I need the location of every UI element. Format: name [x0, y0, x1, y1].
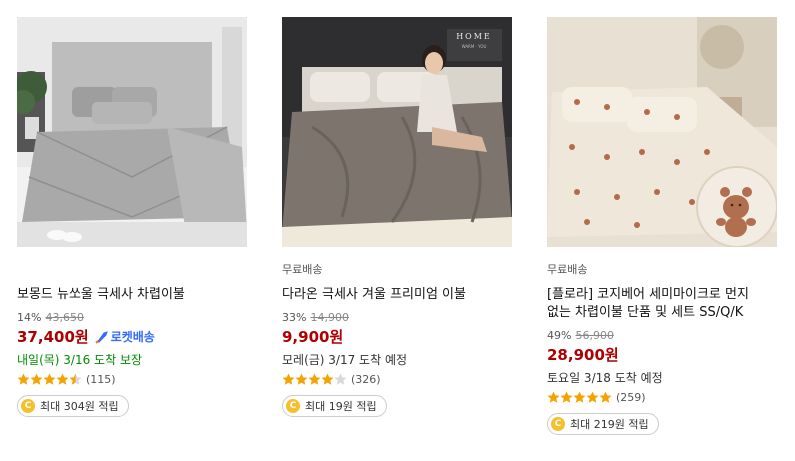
price-row: 37,400원 로켓배송: [17, 326, 257, 347]
coin-icon: C: [286, 399, 300, 413]
title-line-2: 없는 차렵이불 단품 및 세트 SS/Q/K: [547, 305, 744, 320]
star-icon: [560, 391, 573, 403]
home-sign-subtext: WARM · YOU: [462, 44, 487, 49]
price-row: 28,900원: [547, 344, 787, 365]
discount-info: 14% 43,650: [17, 311, 257, 324]
product-title[interactable]: 보몽드 뉴쏘울 극세사 차렵이불: [17, 286, 257, 304]
coin-icon: C: [21, 399, 35, 413]
product-image[interactable]: [547, 17, 777, 247]
discount-rate: 14%: [17, 311, 42, 324]
title-line-1: [플로라] 코지베어 세미마이크로 먼지: [547, 287, 749, 302]
star-icon: [17, 373, 30, 385]
reward-badge: C 최대 19원 적립: [282, 395, 387, 417]
product-info: 무료배송 다라온 극세사 겨울 프리미엄 이불 33% 14,900 9,900원…: [282, 262, 522, 417]
star-icon: [599, 391, 612, 403]
delivery-date: 토요일 3/18 도착 예정: [547, 371, 663, 385]
product-title[interactable]: 다라온 극세사 겨울 프리미엄 이불: [282, 286, 522, 304]
sale-price: 37,400원: [17, 328, 89, 346]
sale-price: 28,900원: [547, 346, 619, 364]
star-rating: [282, 373, 347, 386]
free-shipping-label: [17, 262, 257, 278]
star-icon: [586, 391, 599, 403]
rating: (115): [17, 373, 257, 386]
rating: (259): [547, 391, 787, 404]
discount-rate: 49%: [547, 329, 572, 342]
reward-text: 최대 219원 적립: [570, 418, 649, 431]
reward-text: 최대 304원 적립: [40, 400, 119, 413]
reward-badge: C 최대 219원 적립: [547, 413, 659, 435]
star-icon: [56, 373, 69, 385]
star-icon: [321, 373, 334, 385]
original-price: 56,900: [575, 329, 614, 342]
star-icon: [547, 391, 560, 403]
product-title[interactable]: [플로라] 코지베어 세미마이크로 먼지없는 차렵이불 단품 및 세트 SS/Q…: [547, 286, 787, 322]
free-shipping-label: 무료배송: [282, 263, 323, 276]
product-image[interactable]: HOME WARM · YOU: [282, 17, 512, 247]
star-icon: [30, 373, 43, 385]
review-count: (326): [351, 373, 381, 386]
discount-info: 33% 14,900: [282, 311, 522, 324]
star-icon: [295, 373, 308, 385]
product-info: 무료배송 [플로라] 코지베어 세미마이크로 먼지없는 차렵이불 단품 및 세트…: [547, 262, 787, 435]
product-grid: 보몽드 뉴쏘울 극세사 차렵이불 14% 43,650 37,400원 로켓배송 …: [0, 0, 795, 461]
star-icon: [573, 391, 586, 403]
original-price: 14,900: [310, 311, 349, 324]
coin-icon: C: [551, 417, 565, 431]
product-image[interactable]: [17, 17, 247, 247]
star-icon: [282, 373, 295, 385]
star-icon: [334, 373, 347, 385]
star-icon: [308, 373, 321, 385]
rocket-delivery-badge: 로켓배송: [94, 328, 155, 345]
discount-info: 49% 56,900: [547, 329, 787, 342]
star-icon: [69, 373, 82, 385]
sale-price: 9,900원: [282, 328, 344, 346]
original-price: 43,650: [45, 311, 84, 324]
star-rating: [17, 373, 82, 386]
price-row: 9,900원: [282, 326, 522, 347]
discount-rate: 33%: [282, 311, 307, 324]
product-info: 보몽드 뉴쏘울 극세사 차렵이불 14% 43,650 37,400원 로켓배송 …: [17, 262, 257, 417]
review-count: (259): [616, 391, 646, 404]
delivery-date: 내일(목) 3/16 도착 보장: [17, 353, 143, 367]
review-count: (115): [86, 373, 116, 386]
rating: (326): [282, 373, 522, 386]
star-rating: [547, 391, 612, 404]
star-icon: [43, 373, 56, 385]
reward-text: 최대 19원 적립: [305, 400, 377, 413]
rocket-label: 로켓배송: [110, 330, 155, 344]
delivery-date: 모레(금) 3/17 도착 예정: [282, 353, 408, 367]
home-sign-text: HOME: [456, 32, 492, 41]
rocket-icon: [94, 330, 108, 344]
free-shipping-label: 무료배송: [547, 263, 588, 276]
reward-badge: C 최대 304원 적립: [17, 395, 129, 417]
